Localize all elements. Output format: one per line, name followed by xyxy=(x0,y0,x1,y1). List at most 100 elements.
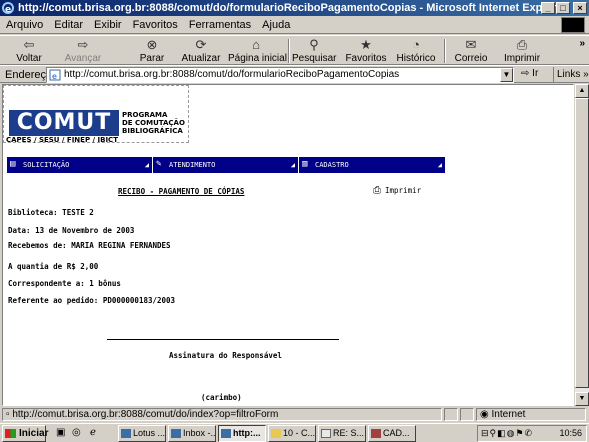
register-icon: ▥ xyxy=(302,159,308,169)
toolbar-separator xyxy=(288,39,290,63)
address-input[interactable]: e http://comut.brisa.org.br:8088/comut/d… xyxy=(46,67,514,83)
mail-icon: ✉ xyxy=(465,37,477,52)
tray-icons[interactable]: ⊟⚲◧◍⚑✆ xyxy=(481,426,533,441)
menu-bar: Arquivo Editar Exibir Favoritos Ferramen… xyxy=(0,16,589,34)
outlook-icon[interactable]: ◎ xyxy=(72,427,81,439)
status-zone: Internet xyxy=(491,409,526,420)
links-button[interactable]: Links » xyxy=(553,67,589,83)
home-icon: ⌂ xyxy=(252,37,260,52)
status-bar: ▫ http://comut.brisa.org.br:8088/comut/d… xyxy=(0,407,589,422)
home-button[interactable]: ⌂ Página inicial xyxy=(228,37,287,65)
globe-icon: ◉ xyxy=(480,409,489,420)
receipt-recebemos: Recebemos de: MARIA REGINA FERNANDES xyxy=(8,241,171,250)
toolbar: ⇦ Voltar ⇨ Avançar ⊗ Parar ⟳ Atualizar ⌂… xyxy=(0,35,589,65)
inbox-icon xyxy=(171,429,181,438)
ie-task-icon xyxy=(221,429,231,438)
status-url-pane: ▫ http://comut.brisa.org.br:8088/comut/d… xyxy=(2,408,442,421)
minimize-button[interactable]: _ xyxy=(541,2,555,14)
status-page-icon: ▫ xyxy=(6,409,10,420)
receipt-correspondente: Correspondente a: 1 bônus xyxy=(8,279,121,288)
task-inbox[interactable]: Inbox -... xyxy=(168,425,216,442)
windows-flag-icon xyxy=(5,429,16,438)
desktop-icon[interactable]: ▣ xyxy=(56,427,65,439)
clock[interactable]: 10:56 xyxy=(559,426,582,441)
signature-label: Assinatura do Responsável xyxy=(169,351,282,360)
comut-logo[interactable]: COMUT PROGRAMA DE COMUTAÇÃO BIBLIOGRÁFIC… xyxy=(3,85,189,144)
page-content: COMUT PROGRAMA DE COMUTAÇÃO BIBLIOGRÁFIC… xyxy=(2,84,574,406)
search-button[interactable]: ⚲ Pesquisar xyxy=(292,37,336,65)
menu-editar[interactable]: Editar xyxy=(54,19,83,31)
taskbar: Iniciar ▣ ◎ ℯ Lotus ... Inbox -... http:… xyxy=(0,423,589,442)
history-button[interactable]: ◔ Histórico xyxy=(394,37,438,65)
receipt-title: RECIBO - PAGAMENTO DE CÓPIAS xyxy=(118,187,245,196)
vertical-scrollbar[interactable]: ▲ ▼ xyxy=(575,84,589,406)
toolbar-overflow-chevron[interactable]: » xyxy=(579,38,585,49)
address-dropdown-button[interactable]: ▼ xyxy=(500,68,513,82)
mail-button[interactable]: ✉ Correio xyxy=(452,37,490,65)
printer-icon: ⎙ xyxy=(373,185,381,196)
print-link[interactable]: ⎙ Imprimir xyxy=(373,185,421,196)
document-icon xyxy=(371,429,381,438)
stop-icon: ⊗ xyxy=(146,37,158,52)
task-folder[interactable]: 10 - C... xyxy=(268,425,316,442)
menu-exibir[interactable]: Exibir xyxy=(94,19,122,31)
stamp-label: (carimbo) xyxy=(201,393,242,402)
mail-task-icon xyxy=(321,429,331,438)
back-button[interactable]: ⇦ Voltar xyxy=(8,37,50,65)
window-title: http://comut.brisa.org.br:8088/comut/do/… xyxy=(18,2,567,14)
windows-logo-icon xyxy=(561,17,585,33)
back-arrow-icon: ⇦ xyxy=(23,37,35,52)
nav-atendimento[interactable]: ✎ ATENDIMENTO ◢ xyxy=(153,157,299,173)
dropdown-arrow-icon: ◢ xyxy=(290,161,295,169)
ie-quicklaunch-icon[interactable]: ℯ xyxy=(90,427,96,439)
print-button[interactable]: ⎙ Imprimir xyxy=(502,37,542,65)
service-icon: ✎ xyxy=(156,159,162,169)
go-arrow-icon: ⇨ xyxy=(521,68,530,79)
svg-text:e: e xyxy=(52,72,57,81)
signature-line xyxy=(107,339,339,340)
go-button[interactable]: ⇨ Ir xyxy=(521,68,538,79)
address-bar: Endereço e http://comut.brisa.org.br:808… xyxy=(0,65,589,83)
menu-ferramentas[interactable]: Ferramentas xyxy=(189,19,251,31)
maximize-button[interactable]: □ xyxy=(556,2,570,14)
scroll-thumb[interactable] xyxy=(575,98,589,388)
receipt-referente: Referente ao pedido: PD000000183/2003 xyxy=(8,296,176,305)
dropdown-arrow-icon: ◢ xyxy=(437,161,442,169)
history-icon: ◔ xyxy=(412,37,420,52)
favorites-button[interactable]: ★ Favoritos xyxy=(342,37,390,65)
receipt-quantia: A quantia de R$ 2,00 xyxy=(8,262,99,271)
scroll-down-button[interactable]: ▼ xyxy=(575,392,589,406)
nav-cadastro[interactable]: ▥ CADASTRO ◢ xyxy=(299,157,445,173)
system-tray: ⊟⚲◧◍⚑✆ 10:56 xyxy=(477,425,587,442)
task-lotus[interactable]: Lotus ... xyxy=(118,425,166,442)
refresh-button[interactable]: ⟳ Atualizar xyxy=(178,37,224,65)
status-url: http://comut.brisa.org.br:8088/comut/do/… xyxy=(12,409,279,420)
favorites-icon: ★ xyxy=(360,37,372,52)
dropdown-arrow-icon: ◢ xyxy=(144,161,149,169)
folder-icon xyxy=(271,429,281,438)
forward-arrow-icon: ⇨ xyxy=(77,37,89,52)
task-mail[interactable]: RE: S... xyxy=(318,425,366,442)
logo-program: PROGRAMA DE COMUTAÇÃO BIBLIOGRÁFICA xyxy=(122,111,185,135)
menu-ajuda[interactable]: Ajuda xyxy=(262,19,290,31)
title-bar[interactable]: e http://comut.brisa.org.br:8088/comut/d… xyxy=(0,0,589,16)
start-button[interactable]: Iniciar xyxy=(2,425,48,442)
search-icon: ⚲ xyxy=(309,37,319,52)
nav-solicitacao[interactable]: ▤ SOLICITAÇÃO ◢ xyxy=(7,157,153,173)
scroll-up-button[interactable]: ▲ xyxy=(575,84,589,98)
menu-favoritos[interactable]: Favoritos xyxy=(133,19,178,31)
lotus-icon xyxy=(121,429,131,438)
forward-button[interactable]: ⇨ Avançar xyxy=(60,37,106,65)
svg-text:e: e xyxy=(5,5,11,14)
status-pane xyxy=(444,408,458,421)
task-ie-active[interactable]: http:... xyxy=(218,425,266,442)
logo-brand: COMUT xyxy=(9,110,119,136)
task-cad[interactable]: CAD... xyxy=(368,425,416,442)
print-icon: ⎙ xyxy=(516,37,528,52)
browser-window: e http://comut.brisa.org.br:8088/comut/d… xyxy=(0,0,589,442)
page-icon: e xyxy=(49,69,61,81)
stop-button[interactable]: ⊗ Parar xyxy=(132,37,172,65)
menu-arquivo[interactable]: Arquivo xyxy=(6,19,43,31)
form-icon: ▤ xyxy=(10,159,16,169)
close-button[interactable]: × xyxy=(573,2,587,14)
